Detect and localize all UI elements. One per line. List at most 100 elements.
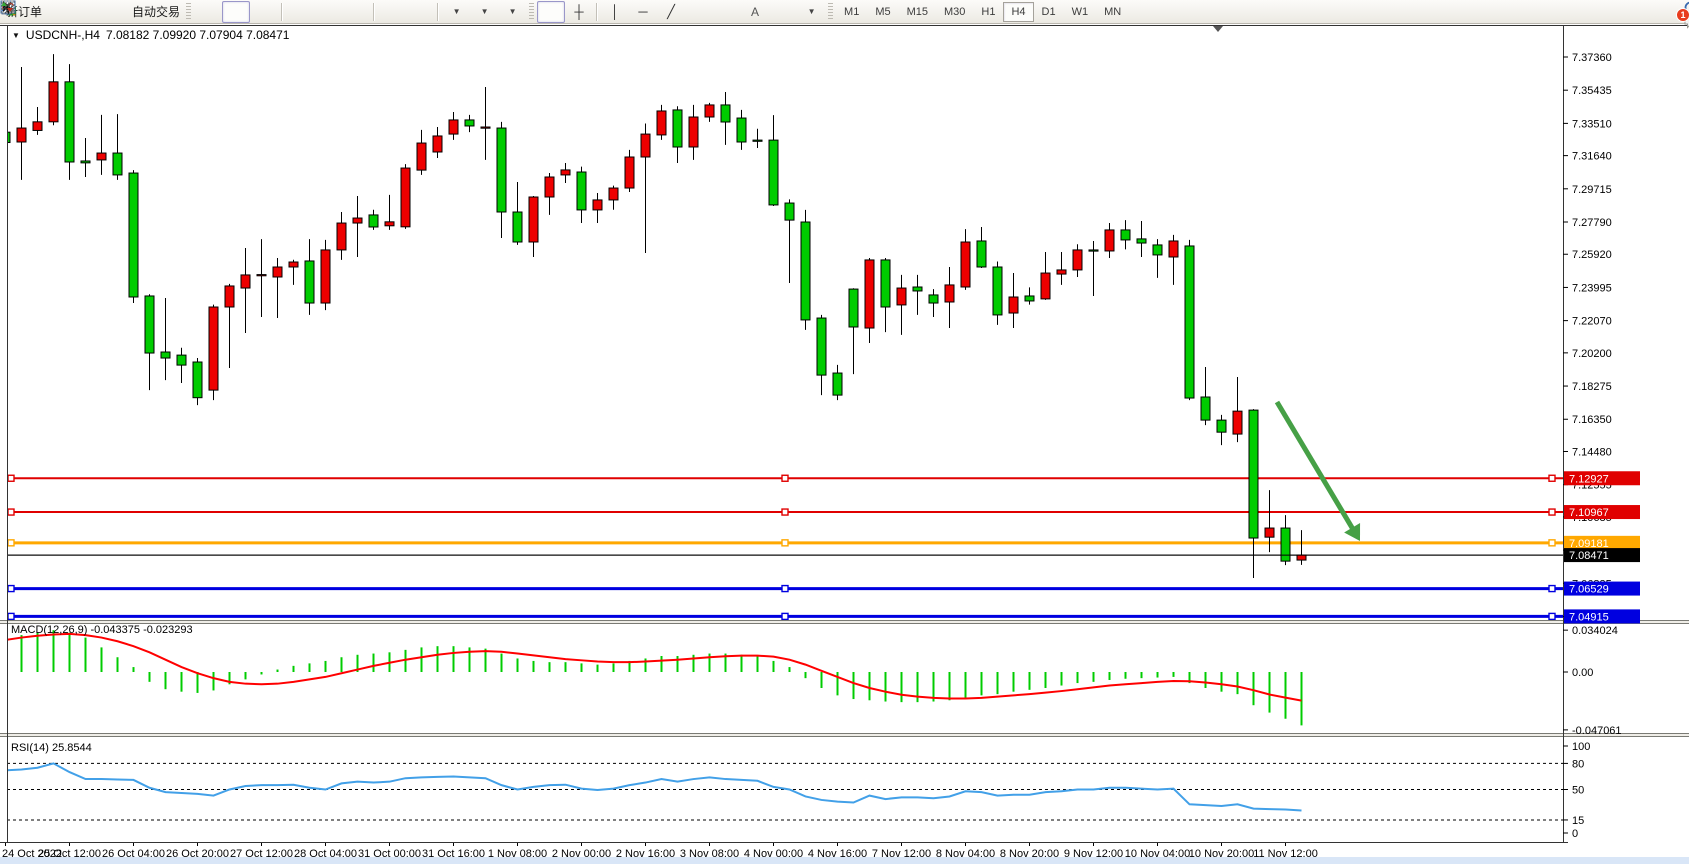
- chart-header: ▼ USDCNH-,H4 7.08182 7.09920 7.07904 7.0…: [12, 28, 289, 42]
- dropdown-caret: ▼: [481, 7, 489, 16]
- tile-windows-button[interactable]: [342, 1, 370, 23]
- hline-handle[interactable]: [8, 475, 14, 481]
- price-tick: 7.35435: [1572, 85, 1612, 97]
- hline-handle[interactable]: [8, 586, 14, 592]
- hline-handle[interactable]: [782, 540, 788, 546]
- trendline-icon: ╱: [667, 5, 675, 18]
- price-tick: 7.29715: [1572, 184, 1612, 196]
- hline-handle[interactable]: [8, 613, 14, 619]
- chart-shift-button[interactable]: [406, 1, 434, 23]
- templates-button[interactable]: ▼: [498, 1, 526, 23]
- price-tick: 7.22070: [1572, 316, 1612, 328]
- hline-handle[interactable]: [1549, 613, 1555, 619]
- macd-label: MACD(12,26,9) -0.043375 -0.023293: [11, 624, 193, 636]
- indicators-button[interactable]: ▼: [442, 1, 470, 23]
- fibonacci-button[interactable]: F: [713, 1, 741, 23]
- text-button[interactable]: A: [741, 1, 769, 23]
- crosshair-button[interactable]: ┼: [565, 1, 593, 23]
- vertical-line-button[interactable]: │: [601, 1, 629, 23]
- hline-handle[interactable]: [8, 540, 14, 546]
- price-tick: 7.25920: [1572, 249, 1612, 261]
- toolbar-separator: [437, 3, 439, 21]
- chart-canvas[interactable]: MACD(12,26,9) -0.043375 -0.023293RSI(14)…: [0, 0, 1689, 864]
- channel-button[interactable]: E: [685, 1, 713, 23]
- timeframe-button-mn[interactable]: MN: [1096, 2, 1129, 22]
- timeframe-button-m15[interactable]: M15: [899, 2, 936, 22]
- price-tick: 7.18275: [1572, 381, 1612, 393]
- price-tick: 7.14480: [1572, 446, 1612, 458]
- toolbar-grip[interactable]: [186, 3, 191, 21]
- dropdown-caret: ▼: [453, 7, 461, 16]
- dropdown-caret: ▼: [509, 7, 517, 16]
- pane-separator-macd-rsi[interactable]: [0, 734, 1689, 736]
- toolbar-grip[interactable]: [529, 3, 534, 21]
- autotrade-label: 自动交易: [132, 3, 180, 20]
- timeframe-button-m1[interactable]: M1: [836, 2, 867, 22]
- signal-button[interactable]: [101, 1, 129, 23]
- timeframe-button-h1[interactable]: H1: [973, 2, 1003, 22]
- hline-handle[interactable]: [782, 586, 788, 592]
- wallet-button[interactable]: [45, 1, 73, 23]
- hline-handle[interactable]: [1549, 509, 1555, 515]
- candle-chart-button[interactable]: [222, 1, 250, 23]
- rsi-tick: 50: [1572, 785, 1584, 797]
- notification-badge: 1: [1676, 8, 1689, 22]
- svg-text:7.09181: 7.09181: [1569, 538, 1609, 550]
- toolbar-separator: [373, 3, 375, 21]
- trendline-button[interactable]: ╱: [657, 1, 685, 23]
- timeframe-button-m30[interactable]: M30: [936, 2, 973, 22]
- hline-handle[interactable]: [782, 509, 788, 515]
- svg-text:7.12927: 7.12927: [1569, 473, 1609, 485]
- hline-handle[interactable]: [8, 509, 14, 515]
- svg-text:7.04915: 7.04915: [1569, 611, 1609, 623]
- main-toolbar: 新订单 自动交易: [0, 0, 1689, 24]
- macd-tick: 0.034024: [1572, 625, 1618, 637]
- pane-separator-price-macd[interactable]: [0, 621, 1689, 623]
- one-click-toggle-icon[interactable]: ▼: [12, 31, 20, 40]
- text-label-button[interactable]: T: [769, 1, 797, 23]
- horizontal-line-button[interactable]: ─: [629, 1, 657, 23]
- window-bottom-edge: [0, 857, 1689, 864]
- timeframe-button-m5[interactable]: M5: [867, 2, 898, 22]
- svg-text:7.06529: 7.06529: [1569, 584, 1609, 596]
- cursor-button[interactable]: [537, 1, 565, 23]
- rsi-tick: 15: [1572, 815, 1584, 827]
- svg-text:7.10967: 7.10967: [1569, 507, 1609, 519]
- auto-scroll-button[interactable]: [378, 1, 406, 23]
- price-tick: 7.20200: [1572, 348, 1612, 360]
- macd-tick: -0.047061: [1572, 725, 1622, 737]
- price-tick: 7.23995: [1572, 282, 1612, 294]
- line-chart-button[interactable]: [250, 1, 278, 23]
- vertical-line-icon: │: [611, 5, 619, 18]
- hline-handle[interactable]: [782, 613, 788, 619]
- price-tick: 7.16350: [1572, 414, 1612, 426]
- hline-handle[interactable]: [782, 475, 788, 481]
- chart-symbol-period: USDCNH-,H4: [26, 28, 100, 42]
- bar-chart-button[interactable]: [194, 1, 222, 23]
- hline-handle[interactable]: [1549, 540, 1555, 546]
- timeframe-button-d1[interactable]: D1: [1034, 2, 1064, 22]
- price-tick: 7.37360: [1572, 52, 1612, 64]
- crosshair-icon: ┼: [574, 5, 583, 18]
- rsi-tick: 100: [1572, 741, 1590, 753]
- accounts-button[interactable]: [73, 1, 101, 23]
- chart-ohlc-readout: 7.08182 7.09920 7.07904 7.08471: [106, 28, 290, 42]
- hline-handle[interactable]: [1549, 586, 1555, 592]
- price-tick: 7.33510: [1572, 118, 1612, 130]
- text-icon: A: [751, 6, 759, 18]
- toolbar-separator: [281, 3, 283, 21]
- arrows-button[interactable]: ▼: [797, 1, 825, 23]
- timeframe-button-h4[interactable]: H4: [1003, 2, 1033, 22]
- periods-button[interactable]: ▼: [470, 1, 498, 23]
- zoom-out-button[interactable]: [314, 1, 342, 23]
- timeframe-button-w1[interactable]: W1: [1064, 2, 1097, 22]
- autotrade-button[interactable]: 自动交易: [129, 1, 183, 23]
- arrows-icon: [0, 0, 14, 14]
- macd-tick: 0.00: [1572, 667, 1593, 679]
- zoom-in-button[interactable]: [286, 1, 314, 23]
- horizontal-line-icon: ─: [638, 5, 647, 18]
- price-tick: 7.27790: [1572, 217, 1612, 229]
- hline-handle[interactable]: [1549, 475, 1555, 481]
- chart-window-background: [0, 24, 1689, 864]
- toolbar-grip[interactable]: [828, 3, 833, 21]
